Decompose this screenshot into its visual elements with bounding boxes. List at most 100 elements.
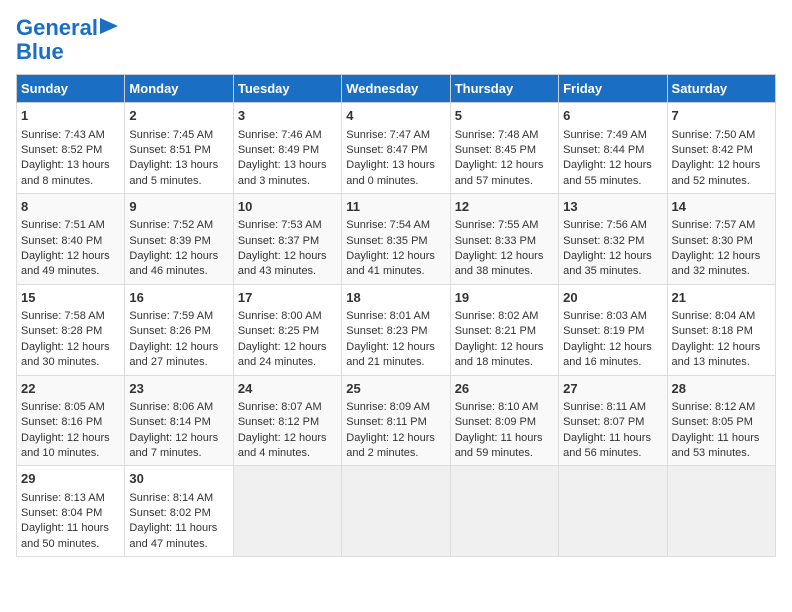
day-info-line: and 50 minutes. xyxy=(21,537,120,552)
day-info-line: Sunrise: 7:46 AM xyxy=(238,128,337,143)
day-cell: 24Sunrise: 8:07 AMSunset: 8:12 PMDayligh… xyxy=(233,375,341,466)
day-info-line: Sunrise: 7:48 AM xyxy=(455,128,554,143)
day-info-line: and 38 minutes. xyxy=(455,264,554,279)
day-info-line: Sunrise: 7:52 AM xyxy=(129,218,228,233)
day-cell xyxy=(559,466,667,557)
day-number: 29 xyxy=(21,470,120,488)
header-cell-monday: Monday xyxy=(125,75,233,103)
day-info-line: Daylight: 12 hours xyxy=(21,340,120,355)
day-info-line: Sunrise: 8:14 AM xyxy=(129,491,228,506)
day-info-line: and 21 minutes. xyxy=(346,355,445,370)
day-cell: 2Sunrise: 7:45 AMSunset: 8:51 PMDaylight… xyxy=(125,103,233,194)
day-cell: 25Sunrise: 8:09 AMSunset: 8:11 PMDayligh… xyxy=(342,375,450,466)
day-info-line: and 16 minutes. xyxy=(563,355,662,370)
day-info-line: and 55 minutes. xyxy=(563,174,662,189)
day-info-line: and 8 minutes. xyxy=(21,174,120,189)
day-number: 16 xyxy=(129,289,228,307)
day-info-line: Sunrise: 8:11 AM xyxy=(563,400,662,415)
day-info-line: Sunset: 8:28 PM xyxy=(21,324,120,339)
day-info-line: Daylight: 12 hours xyxy=(21,249,120,264)
day-info-line: and 4 minutes. xyxy=(238,446,337,461)
day-info-line: Daylight: 12 hours xyxy=(238,249,337,264)
day-number: 25 xyxy=(346,380,445,398)
logo-arrow-icon xyxy=(100,18,118,34)
day-info-line: Sunset: 8:11 PM xyxy=(346,415,445,430)
day-number: 30 xyxy=(129,470,228,488)
day-info-line: Sunrise: 8:07 AM xyxy=(238,400,337,415)
day-cell: 8Sunrise: 7:51 AMSunset: 8:40 PMDaylight… xyxy=(17,194,125,285)
day-cell: 5Sunrise: 7:48 AMSunset: 8:45 PMDaylight… xyxy=(450,103,558,194)
day-cell: 23Sunrise: 8:06 AMSunset: 8:14 PMDayligh… xyxy=(125,375,233,466)
day-number: 17 xyxy=(238,289,337,307)
day-number: 26 xyxy=(455,380,554,398)
day-info-line: Sunrise: 7:49 AM xyxy=(563,128,662,143)
day-info-line: Sunset: 8:49 PM xyxy=(238,143,337,158)
day-info-line: and 41 minutes. xyxy=(346,264,445,279)
day-cell: 22Sunrise: 8:05 AMSunset: 8:16 PMDayligh… xyxy=(17,375,125,466)
day-info-line: Daylight: 13 hours xyxy=(238,158,337,173)
day-cell: 17Sunrise: 8:00 AMSunset: 8:25 PMDayligh… xyxy=(233,284,341,375)
day-number: 14 xyxy=(672,198,771,216)
day-info-line: Sunset: 8:12 PM xyxy=(238,415,337,430)
calendar-body: 1Sunrise: 7:43 AMSunset: 8:52 PMDaylight… xyxy=(17,103,776,557)
day-info-line: Daylight: 12 hours xyxy=(129,431,228,446)
day-info-line: Sunset: 8:32 PM xyxy=(563,234,662,249)
day-info-line: Sunrise: 8:13 AM xyxy=(21,491,120,506)
day-info-line: Sunrise: 7:54 AM xyxy=(346,218,445,233)
day-info-line: Sunset: 8:44 PM xyxy=(563,143,662,158)
day-info-line: and 3 minutes. xyxy=(238,174,337,189)
day-info-line: Sunset: 8:05 PM xyxy=(672,415,771,430)
day-cell: 3Sunrise: 7:46 AMSunset: 8:49 PMDaylight… xyxy=(233,103,341,194)
day-info-line: Sunset: 8:45 PM xyxy=(455,143,554,158)
day-cell: 27Sunrise: 8:11 AMSunset: 8:07 PMDayligh… xyxy=(559,375,667,466)
day-info-line: Daylight: 12 hours xyxy=(238,340,337,355)
day-number: 11 xyxy=(346,198,445,216)
day-info-line: Sunset: 8:25 PM xyxy=(238,324,337,339)
day-number: 18 xyxy=(346,289,445,307)
day-info-line: and 13 minutes. xyxy=(672,355,771,370)
day-number: 22 xyxy=(21,380,120,398)
day-info-line: Sunset: 8:21 PM xyxy=(455,324,554,339)
day-cell: 9Sunrise: 7:52 AMSunset: 8:39 PMDaylight… xyxy=(125,194,233,285)
day-info-line: Daylight: 12 hours xyxy=(455,340,554,355)
day-number: 19 xyxy=(455,289,554,307)
day-info-line: Sunset: 8:52 PM xyxy=(21,143,120,158)
week-row-3: 15Sunrise: 7:58 AMSunset: 8:28 PMDayligh… xyxy=(17,284,776,375)
day-info-line: Sunset: 8:04 PM xyxy=(21,506,120,521)
day-info-line: Daylight: 12 hours xyxy=(672,158,771,173)
day-info-line: and 30 minutes. xyxy=(21,355,120,370)
day-info-line: Sunrise: 7:45 AM xyxy=(129,128,228,143)
day-info-line: and 10 minutes. xyxy=(21,446,120,461)
day-number: 23 xyxy=(129,380,228,398)
day-cell: 28Sunrise: 8:12 AMSunset: 8:05 PMDayligh… xyxy=(667,375,775,466)
day-info-line: Sunset: 8:23 PM xyxy=(346,324,445,339)
day-number: 15 xyxy=(21,289,120,307)
header-cell-friday: Friday xyxy=(559,75,667,103)
day-info-line: Sunset: 8:26 PM xyxy=(129,324,228,339)
day-cell: 12Sunrise: 7:55 AMSunset: 8:33 PMDayligh… xyxy=(450,194,558,285)
day-number: 21 xyxy=(672,289,771,307)
day-info-line: Daylight: 12 hours xyxy=(238,431,337,446)
day-info-line: Daylight: 12 hours xyxy=(563,340,662,355)
day-info-line: and 27 minutes. xyxy=(129,355,228,370)
day-info-line: Sunset: 8:30 PM xyxy=(672,234,771,249)
logo-blue-text: Blue xyxy=(16,40,64,64)
day-cell: 6Sunrise: 7:49 AMSunset: 8:44 PMDaylight… xyxy=(559,103,667,194)
day-number: 28 xyxy=(672,380,771,398)
day-number: 10 xyxy=(238,198,337,216)
header-cell-sunday: Sunday xyxy=(17,75,125,103)
day-cell xyxy=(450,466,558,557)
day-info-line: Sunrise: 8:06 AM xyxy=(129,400,228,415)
day-info-line: Sunset: 8:47 PM xyxy=(346,143,445,158)
day-info-line: and 49 minutes. xyxy=(21,264,120,279)
day-info-line: Daylight: 11 hours xyxy=(563,431,662,446)
day-info-line: Sunset: 8:37 PM xyxy=(238,234,337,249)
day-info-line: and 53 minutes. xyxy=(672,446,771,461)
day-info-line: Sunset: 8:39 PM xyxy=(129,234,228,249)
day-cell: 20Sunrise: 8:03 AMSunset: 8:19 PMDayligh… xyxy=(559,284,667,375)
page-header: General Blue xyxy=(16,16,776,64)
day-info-line: Sunrise: 8:05 AM xyxy=(21,400,120,415)
day-info-line: Daylight: 12 hours xyxy=(21,431,120,446)
day-cell: 15Sunrise: 7:58 AMSunset: 8:28 PMDayligh… xyxy=(17,284,125,375)
day-info-line: Sunrise: 7:57 AM xyxy=(672,218,771,233)
